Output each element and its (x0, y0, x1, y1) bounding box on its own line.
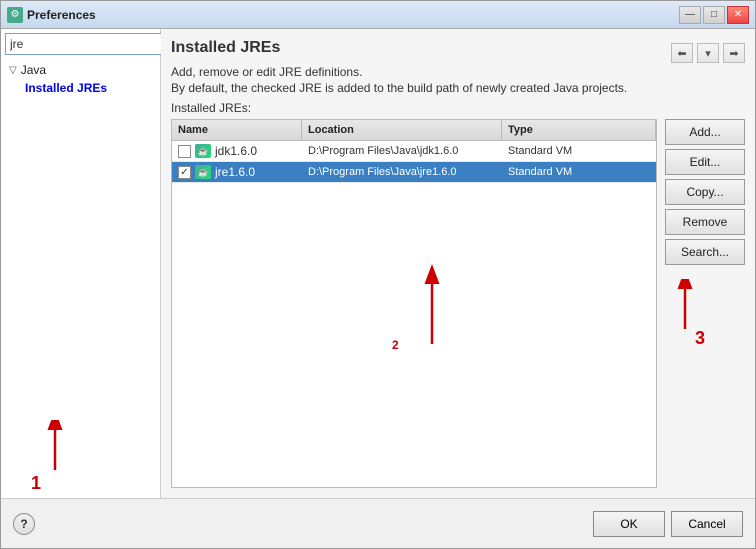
row1-name-cell: ☕ jdk1.6.0 (172, 141, 302, 161)
table-annotation-area: 2 (172, 314, 656, 487)
bottom-bar: ? OK Cancel (1, 498, 755, 548)
window-title: Preferences (27, 8, 96, 22)
row1-checkbox[interactable] (178, 145, 191, 158)
expand-icon: ▽ (9, 65, 17, 76)
edit-button[interactable]: Edit... (665, 149, 745, 175)
forward-button[interactable]: ➡ (723, 43, 745, 63)
row1-type: Standard VM (502, 142, 656, 160)
installed-jres-label: Installed JREs (25, 81, 107, 95)
table-body: ☕ jdk1.6.0 D:\Program Files\Java\jdk1.6.… (172, 141, 656, 314)
table-label: Installed JREs: (171, 101, 745, 115)
main-panels: ▦ ▽ Java Installed JREs (1, 29, 755, 498)
bottom-right: OK Cancel (593, 511, 743, 537)
annotation-1-area: 1 (15, 420, 156, 494)
row1-name: jdk1.6.0 (215, 144, 257, 158)
copy-button[interactable]: Copy... (665, 179, 745, 205)
search-row: ▦ (5, 33, 156, 55)
row2-type: Standard VM (502, 163, 656, 181)
col-header-name: Name (172, 120, 302, 140)
window-icon: ⚙ (7, 7, 23, 23)
annotation-3-area: 3 (665, 279, 745, 349)
minimize-button[interactable]: — (679, 6, 701, 24)
panel-title-group: Installed JREs (171, 39, 280, 65)
main-area: Name Location Type ☕ jdk1.6.0 D:\Pr (171, 119, 745, 488)
tree-item-java[interactable]: ▽ Java (5, 61, 156, 79)
col-header-location: Location (302, 120, 502, 140)
table-row[interactable]: ☕ jre1.6.0 D:\Program Files\Java\jre1.6.… (172, 162, 656, 183)
maximize-button[interactable]: □ (703, 6, 725, 24)
tree-child: Installed JREs (5, 79, 156, 97)
tree: ▽ Java Installed JREs (5, 61, 156, 410)
row2-jre-icon: ☕ (195, 165, 211, 179)
back-button[interactable]: ⬅ (671, 43, 693, 63)
panel-title: Installed JREs (171, 39, 280, 57)
java-label: Java (21, 63, 46, 77)
remove-button[interactable]: Remove (665, 209, 745, 235)
jre-table: Name Location Type ☕ jdk1.6.0 D:\Pr (171, 119, 657, 488)
nav-arrows: ⬅ ▾ ➡ (671, 43, 745, 63)
table-header: Name Location Type (172, 120, 656, 141)
help-button[interactable]: ? (13, 513, 35, 535)
panel-description-2: By default, the checked JRE is added to … (171, 81, 745, 95)
tree-item-installed-jres[interactable]: Installed JREs (21, 79, 156, 97)
buttons-panel: Add... Edit... Copy... Remove Search... (665, 119, 745, 488)
row2-location: D:\Program Files\Java\jre1.6.0 (302, 163, 502, 181)
svg-text:2: 2 (392, 338, 399, 352)
right-panel-header: Installed JREs ⬅ ▾ ➡ (171, 39, 745, 65)
right-panel: Installed JREs ⬅ ▾ ➡ Add, remove or edit… (161, 29, 755, 498)
title-bar: ⚙ Preferences — □ ✕ (1, 1, 755, 29)
title-controls: — □ ✕ (679, 6, 749, 24)
row2-checkbox[interactable] (178, 166, 191, 179)
cancel-button[interactable]: Cancel (671, 511, 743, 537)
row1-location: D:\Program Files\Java\jdk1.6.0 (302, 142, 502, 160)
bottom-left: ? (13, 513, 35, 535)
left-panel: ▦ ▽ Java Installed JREs (1, 29, 161, 498)
row2-name-cell: ☕ jre1.6.0 (172, 162, 302, 182)
search-input[interactable] (5, 33, 170, 55)
table-row[interactable]: ☕ jdk1.6.0 D:\Program Files\Java\jdk1.6.… (172, 141, 656, 162)
dropdown-button[interactable]: ▾ (697, 43, 719, 63)
annotation-arrow-1 (15, 420, 85, 480)
row1-jre-icon: ☕ (195, 144, 211, 158)
preferences-window: ⚙ Preferences — □ ✕ ▦ ▽ Java Inst (0, 0, 756, 549)
search-button[interactable]: Search... (665, 239, 745, 265)
row2-name: jre1.6.0 (215, 165, 255, 179)
add-button[interactable]: Add... (665, 119, 745, 145)
ok-button[interactable]: OK (593, 511, 665, 537)
title-bar-left: ⚙ Preferences (7, 7, 96, 23)
close-button[interactable]: ✕ (727, 6, 749, 24)
panel-description-1: Add, remove or edit JRE definitions. (171, 65, 745, 79)
col-header-type: Type (502, 120, 656, 140)
